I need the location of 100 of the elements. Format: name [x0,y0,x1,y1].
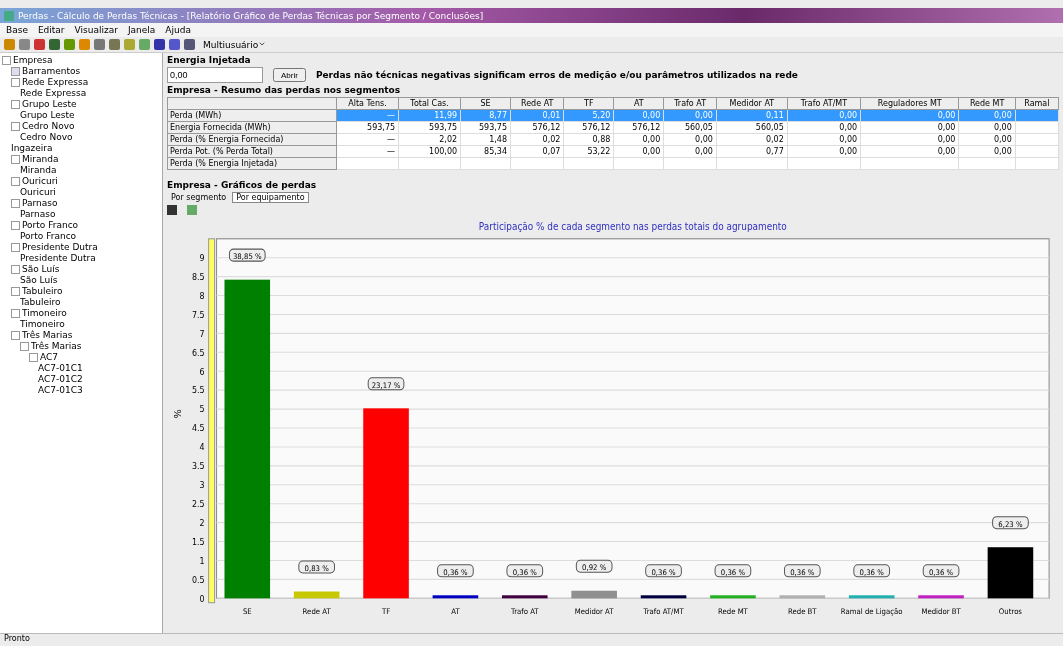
tree-item[interactable]: Rede Expressa [22,77,89,88]
column-header[interactable]: AT [613,97,664,110]
energy-field[interactable]: 0,00 [167,67,263,83]
tree-item[interactable]: Timoneiro [22,308,67,319]
tree-item[interactable]: Grupo Leste [20,110,75,121]
category-label: TF [381,606,391,616]
expander-icon[interactable] [11,199,20,208]
expander-icon[interactable] [29,353,38,362]
tree-item[interactable]: Miranda [22,154,59,165]
tree-item[interactable]: Tabuleiro [22,286,63,297]
tree-item[interactable]: Barramentos [22,66,81,77]
table-cell: 0,00 [787,145,861,158]
value-label: 0,36 % [714,564,752,578]
column-header[interactable]: Reguladores MT [860,97,959,110]
expander-icon[interactable] [2,56,11,65]
tree-item[interactable]: Miranda [20,165,57,176]
value-label: 38,85 % [228,248,266,262]
toolbar-icon[interactable] [34,39,45,50]
expander-icon[interactable] [11,331,20,340]
expander-icon[interactable] [11,100,20,109]
tree-item[interactable]: Cedro Novo [22,121,75,132]
expander-icon[interactable] [11,78,20,87]
tick-label: 3.5 [192,460,205,472]
expander-icon[interactable] [11,177,20,186]
toolbar-icon[interactable] [19,39,30,50]
expander-icon[interactable] [11,122,20,131]
table-cell: 0,00 [958,145,1016,158]
toolbar-icon[interactable] [184,39,195,50]
menu-item[interactable]: Janela [127,25,156,35]
value-label: 0,36 % [506,564,544,578]
toolbar-icon[interactable] [154,39,165,50]
column-header[interactable]: Rede MT [958,97,1016,110]
tree-item[interactable]: Três Marias [22,330,73,341]
value-label: 0,36 % [853,564,891,578]
section-title: Energia Injetada [167,55,252,65]
tree-item[interactable]: Ouricuri [20,187,56,198]
tree-item[interactable]: São Luís [20,275,58,286]
value-label: 0,36 % [922,564,960,578]
tree-item[interactable]: Presidente Dutra [20,253,96,264]
note-text: Perdas não técnicas negativas significam erros de medição e/ou parâmetros utilizados na rede [315,70,798,80]
menu-item[interactable]: Visualizar [74,25,118,35]
tree-item[interactable]: Cedro Novo [20,132,73,143]
table-cell: 100,00 [398,145,461,158]
toolbar-icon[interactable] [64,39,75,50]
table-cell: 560,05 [663,121,717,134]
expander-icon[interactable] [11,67,20,76]
tick-label: 7.5 [192,309,205,320]
expander-icon[interactable] [11,155,20,164]
table-cell: 0,07 [510,145,564,158]
column-header[interactable]: Alta Tens. [336,97,399,110]
column-header[interactable]: SE [460,97,511,110]
tree-item[interactable]: AC7-01C2 [38,374,83,385]
open-button[interactable]: Abrir [273,68,306,82]
column-header[interactable]: Rede AT [510,97,564,110]
tree-item[interactable]: Parnaso [20,209,56,220]
menu-item[interactable]: Editar [37,25,65,35]
expander-icon[interactable] [11,287,20,296]
tree-item[interactable]: AC7-01C1 [38,363,83,374]
expander-icon[interactable] [11,243,20,252]
column-header[interactable]: Total Cas. [398,97,461,110]
expander-icon[interactable] [20,342,29,351]
table-cell: 560,05 [716,121,788,134]
toolbar-icon[interactable] [49,39,60,50]
menu-item[interactable]: Ajuda [165,25,191,35]
expander-icon[interactable] [11,221,20,230]
expander-icon[interactable] [11,265,20,274]
category-label: AT [451,606,460,616]
tree-item[interactable]: Timoneiro [20,319,65,330]
tree-item[interactable]: Rede Expressa [20,88,87,99]
toolbar-icon[interactable] [109,39,120,50]
tree-item[interactable]: Três Marias [31,341,82,352]
column-header[interactable]: Trafo AT [663,97,717,110]
tree-item[interactable]: Tabuleiro [20,297,61,308]
tree-item[interactable]: Grupo Leste [22,99,77,110]
table-cell: 0,00 [787,121,861,134]
tree-item[interactable]: Parnaso [22,198,58,209]
tree-item[interactable]: Ingazeira [11,143,53,154]
tree-item[interactable]: AC7-01C3 [38,385,83,396]
tree-item[interactable]: Porto Franco [22,220,79,231]
value-label: 0,36 % [437,564,474,578]
expander-icon[interactable] [11,309,20,318]
tree-item[interactable]: Empresa [13,55,53,66]
tree-item[interactable]: Ouricuri [22,176,58,187]
tree-item[interactable]: AC7 [40,352,58,363]
dropdown-button[interactable]: Multiusuário [199,39,271,50]
column-header[interactable]: Medidor AT [716,97,788,110]
toolbar-icon[interactable] [94,39,105,50]
menu-item[interactable]: Base [6,25,28,35]
tree-item[interactable]: Presidente Dutra [22,242,98,253]
table-cell: 576,12 [563,121,614,134]
tab[interactable]: Por equipamento [232,192,309,203]
status-bar: Pronto [0,633,1063,646]
table-cell: 0,77 [716,145,788,158]
tick-label: 3 [199,479,205,491]
column-header[interactable]: Trafo AT/MT [787,97,861,110]
column-header[interactable]: Ramal [1015,97,1059,110]
tree-item[interactable]: São Luís [22,264,60,275]
toolbar-icon[interactable] [169,39,180,50]
column-header[interactable]: TF [563,97,614,110]
tree-item[interactable]: Porto Franco [20,231,77,242]
